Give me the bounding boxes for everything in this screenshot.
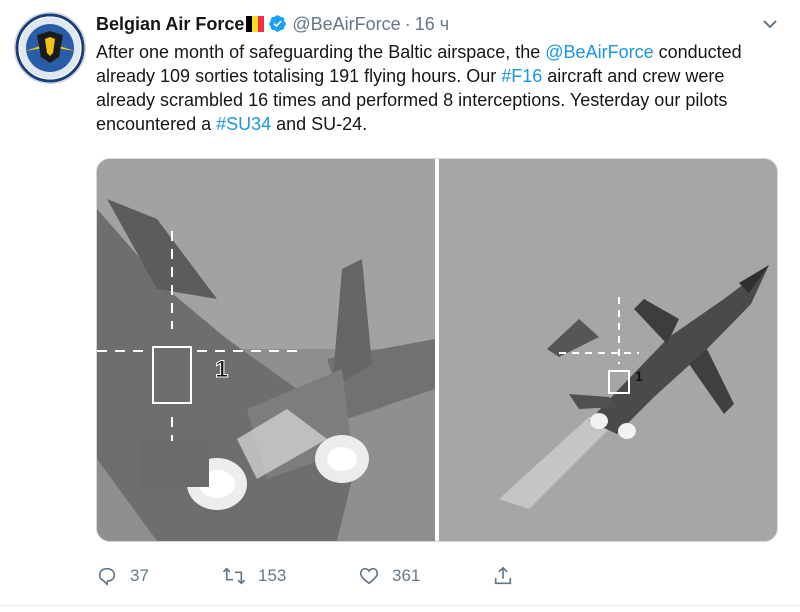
separator-dot: ·: [404, 14, 411, 34]
media-grid: 1 1: [96, 158, 778, 542]
reply-button[interactable]: 37: [96, 563, 149, 589]
account-handle[interactable]: @BeAirForce: [292, 14, 400, 34]
retweet-count: 153: [258, 566, 287, 585]
target-marker-label: 1: [215, 356, 228, 383]
flag-stripe-red: [258, 16, 265, 32]
like-button[interactable]: 361: [358, 563, 420, 589]
jet-aircraft-icon: 1: [97, 159, 435, 541]
reply-count: 37: [130, 566, 149, 585]
like-icon: [359, 567, 379, 585]
reply-icon: [98, 567, 116, 587]
belgian-flag-icon: [246, 16, 265, 37]
tweet-timestamp[interactable]: 16 ч: [415, 14, 449, 34]
hashtag-link-su34[interactable]: #SU34: [216, 114, 271, 134]
target-marker-label: 1: [635, 368, 643, 384]
hashtag-link-f16[interactable]: #F16: [501, 66, 542, 86]
jet-aircraft-icon: 1: [439, 159, 777, 541]
share-button[interactable]: [492, 563, 526, 589]
divider: [0, 605, 800, 606]
photo-left[interactable]: 1: [97, 159, 435, 541]
tweet-card: Belgian Air Force @BeAirForce · 16 ч After …: [0, 0, 800, 612]
retweet-button[interactable]: 153: [222, 563, 286, 589]
photo-right[interactable]: 1: [439, 159, 777, 541]
share-icon: [494, 566, 512, 585]
like-count: 361: [392, 566, 421, 585]
retweet-icon: [222, 567, 246, 585]
air-force-emblem-icon: [15, 13, 85, 83]
chevron-down-icon[interactable]: [758, 12, 782, 36]
verified-badge-icon: [268, 14, 287, 38]
tweet-header: Belgian Air Force @BeAirForce · 16 ч: [96, 14, 449, 40]
tweet-text-part: and SU-24.: [271, 114, 368, 134]
tweet-text-part: After one month of safeguarding the Balt…: [96, 42, 546, 62]
mention-link[interactable]: @BeAirForce: [545, 42, 653, 62]
tweet-text: After one month of safeguarding the Balt…: [96, 40, 776, 136]
account-name[interactable]: Belgian Air Force: [96, 14, 244, 34]
avatar[interactable]: [14, 12, 86, 84]
